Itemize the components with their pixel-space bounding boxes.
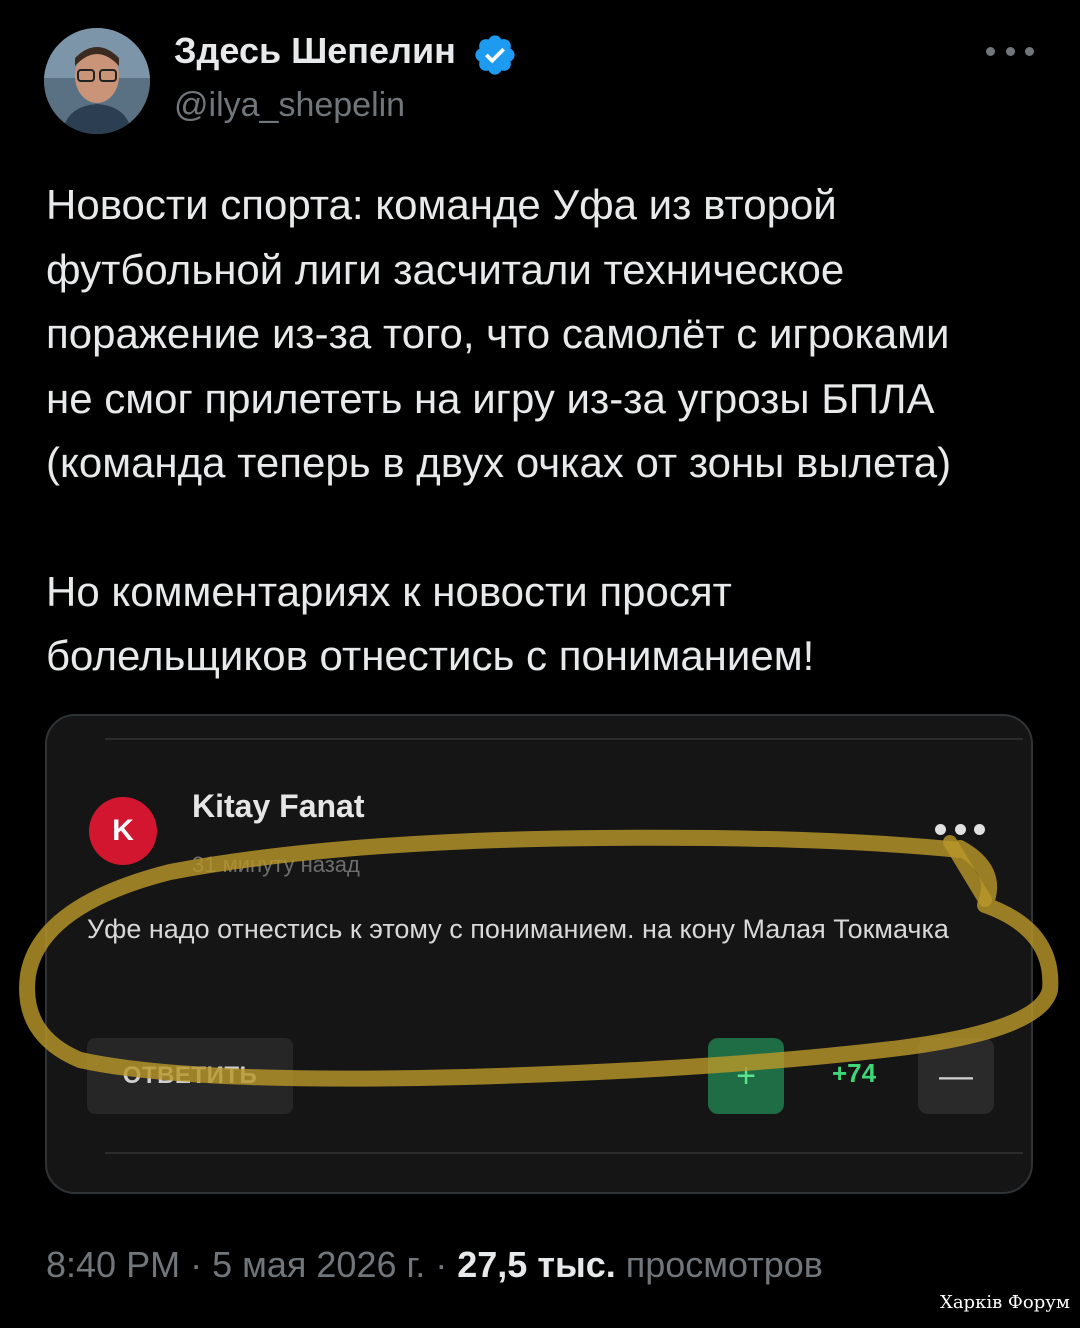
comment-more-icon xyxy=(935,822,985,836)
comment-avatar: K xyxy=(89,797,157,865)
tweet-date[interactable]: 5 мая 2026 г. xyxy=(212,1244,425,1285)
tweet-text: Новости спорта: команде Уфа из второй фу… xyxy=(46,173,1056,689)
author-avatar[interactable] xyxy=(44,28,150,134)
divider xyxy=(105,738,1023,740)
upvote-button: + xyxy=(708,1038,784,1114)
tweet-paragraph: Новости спорта: команде Уфа из второй фу… xyxy=(46,181,952,486)
comment-reply-button: ОТВЕТИТЬ xyxy=(87,1038,293,1114)
watermark: Харків Форум xyxy=(940,1292,1070,1313)
views-count: 27,5 тыс. xyxy=(457,1244,616,1285)
tweet-meta: 8:40 PM · 5 мая 2026 г. · 27,5 тыс. прос… xyxy=(46,1244,823,1286)
verified-badge-icon xyxy=(475,35,515,75)
more-dots-icon[interactable] xyxy=(986,36,1034,66)
tweet-paragraph: Но комментариях к новости просят болельщ… xyxy=(46,567,815,680)
separator: · xyxy=(435,1244,448,1285)
author-name[interactable]: Здесь Шепелин xyxy=(174,30,456,72)
views-label: просмотров xyxy=(625,1244,823,1285)
comment-timestamp: 31 минуту назад xyxy=(192,852,360,877)
author-handle[interactable]: @ilya_shepelin xyxy=(174,86,405,125)
separator: · xyxy=(190,1244,203,1285)
divider xyxy=(105,1152,1023,1154)
comment-text: Уфе надо отнестись к этому с пониманием.… xyxy=(87,914,949,944)
downvote-button: — xyxy=(918,1038,994,1114)
embedded-image-card[interactable]: K Kitay Fanat 31 минуту назад Уфе надо о… xyxy=(45,714,1033,1194)
avatar-image xyxy=(44,28,150,134)
comment-author: Kitay Fanat xyxy=(192,788,365,824)
tweet-time[interactable]: 8:40 PM xyxy=(46,1244,180,1285)
comment-score: +74 xyxy=(831,1058,877,1088)
